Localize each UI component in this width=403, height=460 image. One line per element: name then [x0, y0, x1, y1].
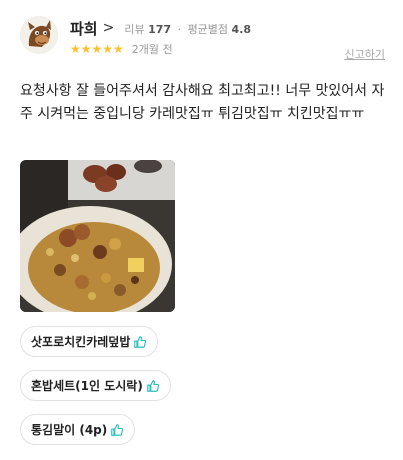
- menu-tag[interactable]: 삿포로치킨카레덮밥: [20, 326, 159, 357]
- review-date: 2개월 전: [131, 43, 173, 56]
- avatar[interactable]: [20, 16, 58, 54]
- menu-tag-label: 통김말이 (4p): [31, 423, 108, 437]
- avg-rating-value: 4.8: [231, 22, 252, 36]
- review-header: 파희 > 리뷰 177 · 평균별점 4.8 ★★★★★ 2개월 전 신고하기: [20, 16, 385, 62]
- reviews-label: 리뷰: [124, 22, 145, 36]
- review-photo[interactable]: [20, 160, 175, 312]
- report-link[interactable]: 신고하기: [345, 46, 385, 62]
- chevron-right-icon[interactable]: >: [103, 20, 115, 36]
- rating-line: ★★★★★ 2개월 전: [70, 41, 173, 57]
- thumbs-up-icon: [147, 379, 159, 392]
- user-line: 파희 > 리뷰 177 · 평균별점 4.8: [70, 18, 251, 39]
- avg-rating-label: 평균별점: [187, 22, 229, 36]
- star-rating: ★★★★★: [70, 42, 124, 56]
- reviews-count: 177: [148, 22, 172, 36]
- menu-tag[interactable]: 통김말이 (4p): [20, 414, 136, 445]
- menu-tag-label: 삿포로치킨카레덮밥: [31, 335, 131, 349]
- menu-tag[interactable]: 혼밥세트(1인 도시락): [20, 370, 171, 401]
- review-text: 요청사항 잘 들어주셔서 감사해요 최고최고!! 너무 맛있어서 자주 시켜먹는…: [20, 83, 385, 122]
- user-meta: 리뷰 177 · 평균별점 4.8: [124, 22, 252, 36]
- thumbs-up-icon: [134, 335, 147, 348]
- username[interactable]: 파희: [70, 18, 98, 39]
- thumbs-up-icon: [111, 423, 124, 436]
- menu-tag-label: 혼밥세트(1인 도시락): [31, 379, 143, 393]
